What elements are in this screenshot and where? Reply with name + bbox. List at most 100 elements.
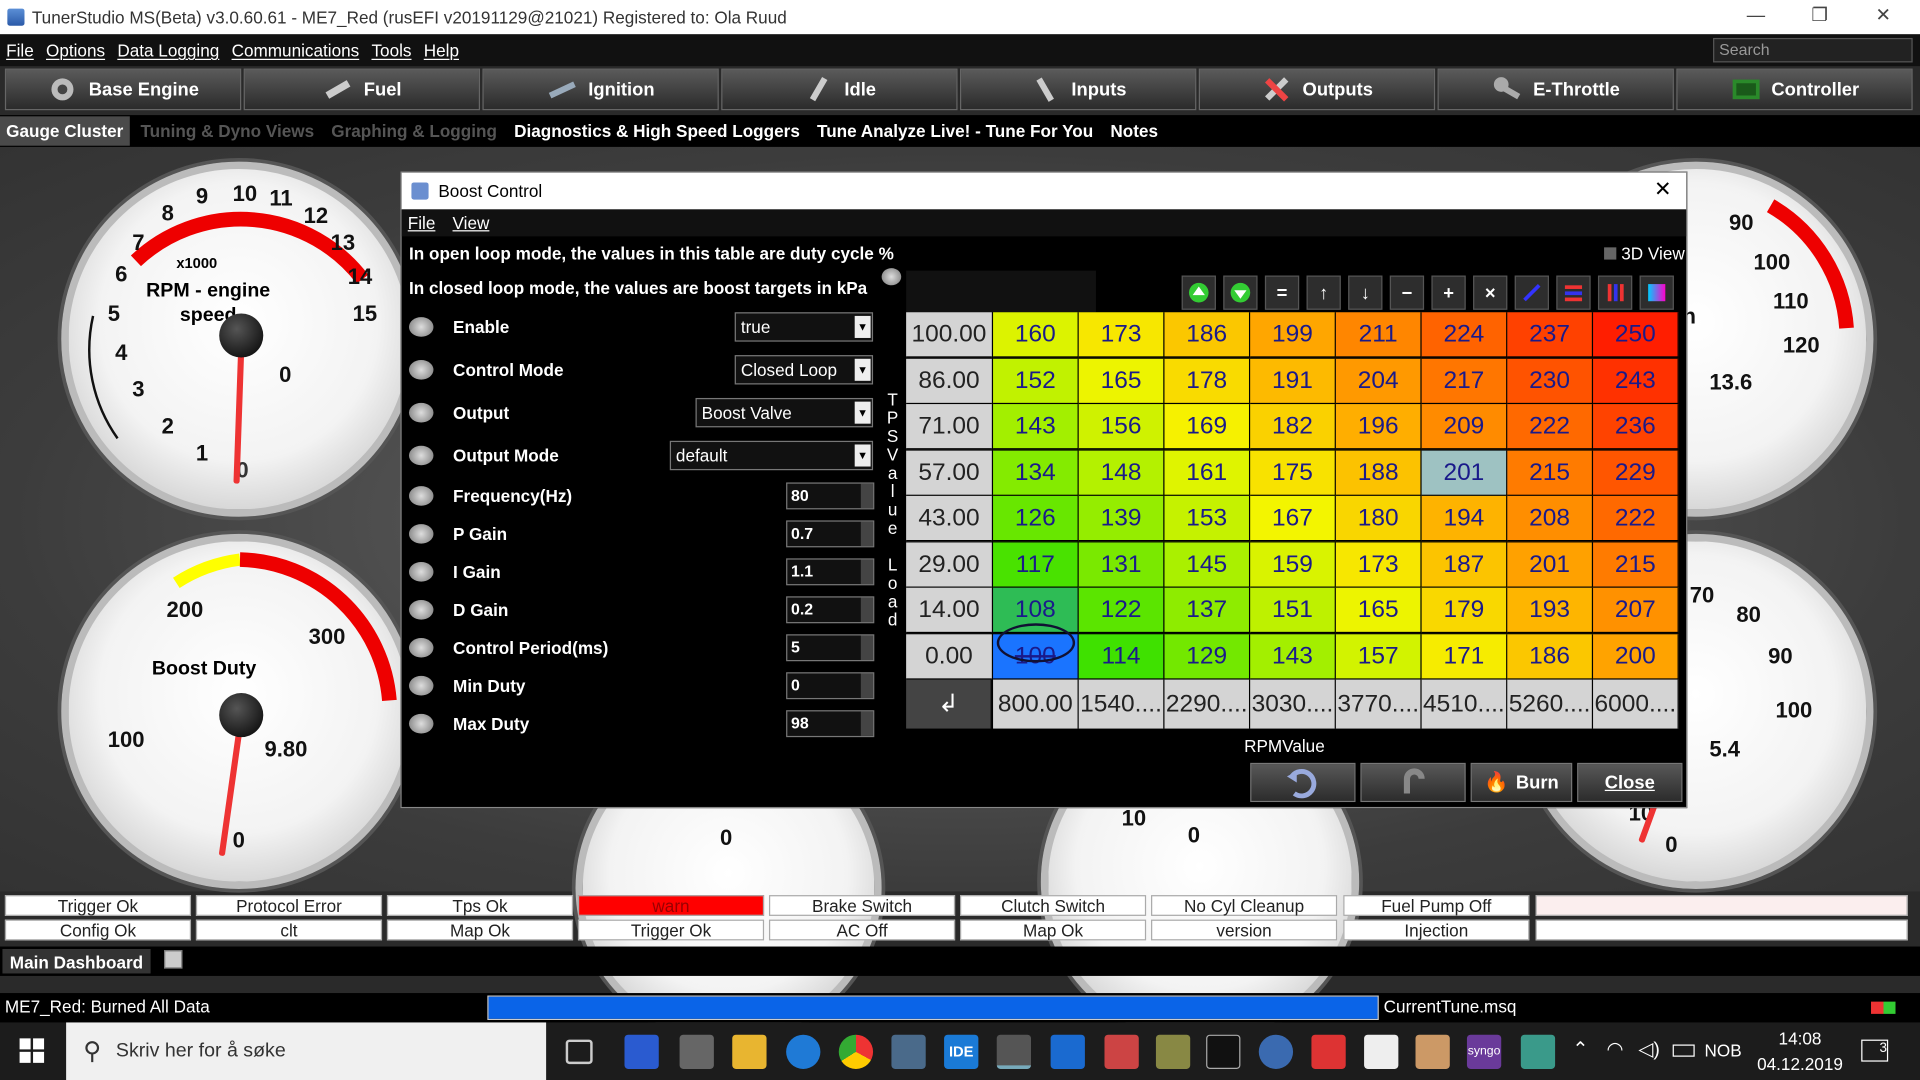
field-help-icon[interactable] bbox=[408, 317, 434, 337]
spinner-arrows[interactable] bbox=[860, 483, 874, 509]
photos-icon[interactable] bbox=[1364, 1034, 1399, 1069]
table-cell[interactable]: 167 bbox=[1250, 495, 1336, 542]
table-cell[interactable]: 229 bbox=[1593, 450, 1679, 496]
table-cell[interactable]: 139 bbox=[1078, 495, 1165, 542]
table-cell[interactable]: 159 bbox=[1250, 541, 1336, 588]
ide-icon[interactable]: IDE bbox=[944, 1034, 979, 1069]
tab-diagnostics[interactable]: Diagnostics & High Speed Loggers bbox=[508, 116, 806, 145]
tab-gauge-cluster[interactable]: Gauge Cluster bbox=[0, 116, 130, 146]
battery-icon[interactable] bbox=[1672, 1044, 1695, 1057]
table-cell[interactable]: 153 bbox=[1164, 495, 1251, 542]
nav-inputs[interactable]: Inputs bbox=[960, 68, 1197, 111]
tab-main-dashboard[interactable]: Main Dashboard bbox=[2, 948, 151, 974]
app-archive-icon[interactable] bbox=[1415, 1034, 1450, 1069]
y-axis-cell[interactable]: 57.00 bbox=[906, 450, 992, 496]
table-cell[interactable]: 187 bbox=[1421, 541, 1508, 588]
table-cell[interactable]: 151 bbox=[1250, 587, 1336, 634]
field-select[interactable]: Boost Valve ▼ bbox=[695, 397, 874, 428]
maximize-button[interactable]: ❐ bbox=[1788, 0, 1852, 34]
table-cell[interactable]: 173 bbox=[1335, 541, 1422, 588]
table-cell[interactable]: 207 bbox=[1593, 587, 1679, 634]
table-cell[interactable]: 175 bbox=[1250, 450, 1336, 496]
table-cell[interactable]: 157 bbox=[1335, 633, 1422, 679]
table-cell[interactable]: 160 bbox=[993, 312, 1079, 358]
table-cell[interactable]: 211 bbox=[1335, 312, 1422, 358]
x-axis-cell[interactable]: 1540.... bbox=[1078, 679, 1165, 729]
field-help-icon[interactable] bbox=[408, 713, 434, 734]
table-cell[interactable]: 204 bbox=[1335, 358, 1422, 404]
help-icon[interactable] bbox=[881, 268, 902, 286]
table-cell[interactable]: 208 bbox=[1507, 495, 1594, 542]
x-axis-cell[interactable]: 3030.... bbox=[1250, 679, 1336, 729]
app-network-icon[interactable] bbox=[679, 1034, 714, 1069]
language-indicator[interactable]: NOB bbox=[1704, 1041, 1741, 1061]
field-select[interactable]: default ▼ bbox=[669, 440, 874, 471]
nav-fuel[interactable]: Fuel bbox=[243, 68, 481, 111]
set-equal-icon[interactable]: = bbox=[1264, 275, 1300, 310]
table-cell[interactable]: 182 bbox=[1250, 404, 1336, 450]
file-explorer-icon[interactable] bbox=[732, 1034, 767, 1069]
field-spinner[interactable]: 0.2 bbox=[786, 596, 875, 624]
y-axis-cell[interactable]: 71.00 bbox=[906, 404, 992, 450]
y-axis-cell[interactable]: 29.00 bbox=[906, 541, 992, 588]
minimize-button[interactable]: — bbox=[1724, 0, 1788, 34]
arrow-down-icon[interactable]: ↓ bbox=[1348, 275, 1383, 310]
x-axis-cell[interactable]: 3770.... bbox=[1335, 679, 1422, 729]
interpolate-icon[interactable] bbox=[1514, 275, 1549, 310]
spinner-arrows[interactable] bbox=[860, 673, 874, 698]
app-foxit-icon[interactable] bbox=[1311, 1034, 1346, 1069]
table-cell[interactable]: 169 bbox=[1164, 404, 1251, 450]
table-cell[interactable]: 100 bbox=[993, 633, 1079, 679]
table-cell[interactable]: 215 bbox=[1593, 541, 1679, 588]
x-axis-cell[interactable]: 800.00 bbox=[993, 679, 1079, 729]
table-cell[interactable]: 196 bbox=[1335, 404, 1422, 450]
table-cell[interactable]: 224 bbox=[1421, 312, 1508, 358]
table-cell[interactable]: 200 bbox=[1593, 633, 1679, 679]
wifi-icon[interactable]: ◠ bbox=[1607, 1037, 1624, 1061]
y-axis-cell[interactable]: 100.00 bbox=[906, 312, 992, 358]
x-axis-cell[interactable]: 5260.... bbox=[1507, 679, 1594, 729]
nav-e-throttle[interactable]: E-Throttle bbox=[1437, 68, 1674, 111]
app-terminal-icon[interactable] bbox=[891, 1034, 926, 1069]
arrow-up-icon[interactable]: ↑ bbox=[1306, 275, 1341, 310]
tunerstudio-icon[interactable] bbox=[996, 1034, 1032, 1069]
table-cell[interactable]: 161 bbox=[1164, 450, 1251, 496]
spinner-arrows[interactable] bbox=[860, 711, 874, 736]
table-cell[interactable]: 188 bbox=[1335, 450, 1422, 496]
field-help-icon[interactable] bbox=[408, 402, 434, 423]
menu-help[interactable]: Help bbox=[424, 40, 459, 60]
table-cell[interactable]: 217 bbox=[1421, 358, 1508, 404]
task-view-icon[interactable] bbox=[565, 1039, 593, 1065]
table-corner-icon[interactable]: ↲ bbox=[906, 679, 992, 729]
table-cell[interactable]: 152 bbox=[993, 358, 1079, 404]
table-cell[interactable]: 145 bbox=[1164, 541, 1251, 588]
field-spinner[interactable]: 98 bbox=[786, 710, 875, 738]
tab-tuning-dyno[interactable]: Tuning & Dyno Views bbox=[134, 116, 320, 145]
table-cell[interactable]: 179 bbox=[1421, 587, 1508, 634]
field-help-icon[interactable] bbox=[408, 637, 434, 658]
app-molecule-icon[interactable] bbox=[1104, 1034, 1139, 1069]
table-cell[interactable]: 193 bbox=[1507, 587, 1594, 634]
y-axis-cell[interactable]: 14.00 bbox=[906, 587, 992, 634]
field-help-icon[interactable] bbox=[408, 486, 434, 506]
color-shade-icon[interactable] bbox=[1639, 275, 1674, 310]
plus-icon[interactable]: + bbox=[1431, 275, 1466, 310]
minus-icon[interactable]: − bbox=[1389, 275, 1425, 310]
field-select[interactable]: true ▼ bbox=[734, 312, 874, 342]
nav-ignition[interactable]: Ignition bbox=[482, 68, 719, 111]
menu-communications[interactable]: Communications bbox=[232, 40, 360, 60]
table-cell[interactable]: 143 bbox=[1250, 633, 1336, 679]
nav-idle[interactable]: Idle bbox=[721, 68, 958, 111]
table-cell[interactable]: 137 bbox=[1164, 587, 1251, 634]
field-help-icon[interactable] bbox=[408, 360, 434, 380]
table-cell[interactable]: 236 bbox=[1593, 404, 1679, 450]
chrome-icon[interactable] bbox=[838, 1034, 874, 1069]
dialog-close-icon[interactable]: ✕ bbox=[1654, 178, 1671, 202]
dialog-menu-file[interactable]: File bbox=[408, 213, 436, 233]
decrease-green-icon[interactable] bbox=[1223, 275, 1258, 310]
undo-button[interactable] bbox=[1250, 762, 1356, 803]
clock-date[interactable]: 04.12.2019 bbox=[1753, 1054, 1846, 1074]
field-spinner[interactable]: 80 bbox=[786, 482, 875, 510]
table-cell[interactable]: 194 bbox=[1421, 495, 1508, 542]
table-cell[interactable]: 122 bbox=[1078, 587, 1165, 634]
